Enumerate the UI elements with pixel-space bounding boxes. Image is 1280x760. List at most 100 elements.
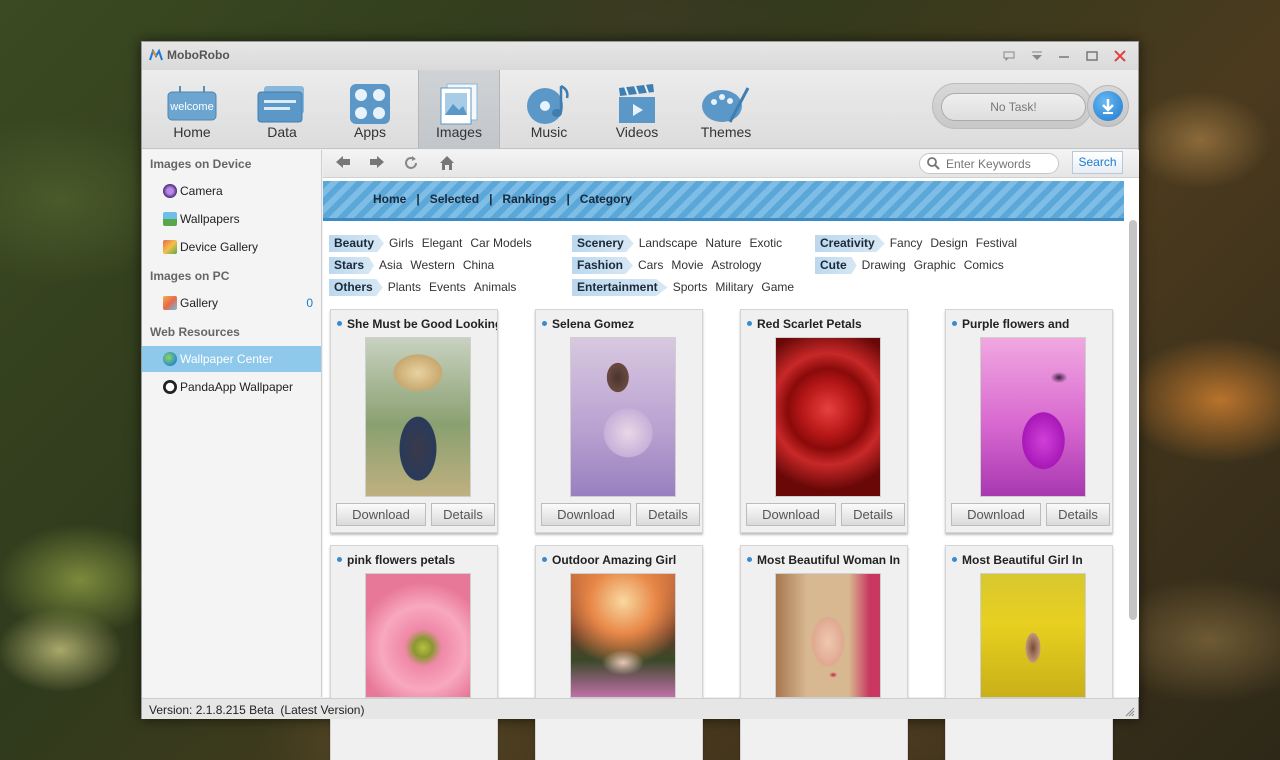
category-tag[interactable]: Creativity	[815, 235, 885, 252]
download-button[interactable]: Download	[336, 503, 426, 526]
category-link[interactable]: Movie	[671, 258, 703, 272]
themes-icon	[702, 87, 750, 123]
category-link[interactable]: Girls	[389, 236, 414, 250]
wallpaper-card[interactable]: Red Scarlet Petals Download Details	[740, 309, 908, 533]
category-link[interactable]: Asia	[379, 258, 402, 272]
download-button[interactable]: Download	[951, 503, 1041, 526]
sidebar-item-device-gallery[interactable]: Device Gallery	[142, 234, 321, 260]
nav-themes[interactable]: Themes	[685, 70, 767, 149]
category-group-beauty: Beauty Girls Elegant Car Models	[329, 235, 540, 253]
close-icon[interactable]	[1111, 47, 1129, 65]
banner-link-home[interactable]: Home	[373, 192, 406, 206]
wallpaper-card[interactable]: Most Beautiful Woman In	[740, 545, 908, 760]
sidebar-item-label: Device Gallery	[180, 240, 259, 254]
category-link[interactable]: Game	[761, 280, 794, 294]
sidebar-item-gallery[interactable]: Gallery 0	[142, 290, 321, 316]
back-arrow-icon[interactable]	[333, 155, 353, 173]
category-link[interactable]: Design	[930, 236, 967, 250]
details-button[interactable]: Details	[1046, 503, 1110, 526]
videos-icon	[619, 84, 655, 123]
category-link[interactable]: Comics	[964, 258, 1004, 272]
category-link[interactable]: China	[463, 258, 494, 272]
sidebar-item-pandaapp-wallpaper[interactable]: PandaApp Wallpaper	[142, 374, 321, 400]
category-link[interactable]: Fancy	[890, 236, 923, 250]
title-bar[interactable]: MoboRobo	[142, 42, 1138, 70]
category-link[interactable]: Nature	[705, 236, 741, 250]
sidebar-item-camera[interactable]: Camera	[142, 178, 321, 204]
sidebar-item-wallpapers[interactable]: Wallpapers	[142, 206, 321, 232]
banner-link-category[interactable]: Category	[580, 192, 632, 206]
category-link[interactable]: Animals	[474, 280, 517, 294]
wallpaper-card[interactable]: Purple flowers and Download Details	[945, 309, 1113, 533]
category-tag[interactable]: Scenery	[572, 235, 634, 252]
search-field[interactable]	[919, 153, 1059, 174]
feedback-icon[interactable]	[1000, 47, 1018, 65]
wallpaper-card[interactable]: pink flowers petals	[330, 545, 498, 760]
wallpaper-card[interactable]: Selena Gomez Download Details	[535, 309, 703, 533]
menu-dropdown-icon[interactable]	[1028, 47, 1046, 65]
task-status-text[interactable]: No Task!	[941, 93, 1086, 121]
nav-videos[interactable]: Videos	[596, 70, 678, 149]
apps-icon	[350, 84, 390, 124]
category-link[interactable]: Car Models	[470, 236, 531, 250]
girl-yellow-field-image	[980, 573, 1086, 698]
nav-apps[interactable]: Apps	[329, 70, 411, 149]
minimize-icon[interactable]	[1055, 47, 1073, 65]
nav-home[interactable]: welcome Home	[151, 70, 233, 149]
category-link[interactable]: Plants	[388, 280, 421, 294]
category-tag[interactable]: Entertainment	[572, 279, 668, 296]
category-link[interactable]: Events	[429, 280, 466, 294]
category-tag[interactable]: Others	[329, 279, 383, 296]
details-button[interactable]: Details	[636, 503, 700, 526]
wallpaper-card[interactable]: She Must be Good Looking Download Detail…	[330, 309, 498, 533]
category-link[interactable]: Astrology	[711, 258, 761, 272]
home-icon[interactable]	[437, 155, 457, 173]
sidebar-item-label: Wallpaper Center	[180, 352, 273, 366]
category-link[interactable]: Western	[410, 258, 454, 272]
forward-arrow-icon[interactable]	[367, 155, 387, 173]
download-button[interactable]: Download	[541, 503, 631, 526]
pink-flower-image	[365, 573, 471, 698]
nav-data[interactable]: Data	[241, 70, 323, 149]
details-button[interactable]: Details	[841, 503, 905, 526]
refresh-icon[interactable]	[401, 155, 421, 173]
category-banner: Home | Selected | Rankings | Category	[323, 181, 1124, 221]
category-link[interactable]: Graphic	[914, 258, 956, 272]
device-gallery-icon	[163, 240, 177, 254]
category-link[interactable]: Military	[715, 280, 753, 294]
category-link[interactable]: Exotic	[749, 236, 782, 250]
nav-music[interactable]: Music	[508, 70, 590, 149]
category-tag[interactable]: Beauty	[329, 235, 385, 252]
download-button[interactable]: Download	[746, 503, 836, 526]
category-group-others: Others Plants Events Animals	[329, 279, 524, 297]
nav-images[interactable]: Images	[418, 70, 500, 149]
search-input[interactable]	[946, 156, 1054, 172]
category-link[interactable]: Sports	[673, 280, 708, 294]
category-link[interactable]: Festival	[976, 236, 1017, 250]
category-tag[interactable]: Cute	[815, 257, 857, 274]
category-link[interactable]: Cars	[638, 258, 663, 272]
maximize-icon[interactable]	[1083, 47, 1101, 65]
content-scrollbar[interactable]	[1129, 220, 1137, 620]
banner-link-rankings[interactable]: Rankings	[502, 192, 556, 206]
music-icon	[527, 84, 569, 124]
category-tag[interactable]: Fashion	[572, 257, 634, 274]
red-rose-image	[775, 337, 881, 497]
banner-links: Home | Selected | Rankings | Category	[373, 192, 632, 206]
banner-link-selected[interactable]: Selected	[430, 192, 479, 206]
version-text: Version: 2.1.8.215 Beta (Latest Version)	[149, 703, 365, 717]
card-title: Purple flowers and	[962, 317, 1070, 331]
sidebar-item-wallpaper-center[interactable]: Wallpaper Center	[142, 346, 321, 372]
resize-grip-icon[interactable]	[1125, 707, 1135, 717]
category-link[interactable]: Landscape	[639, 236, 698, 250]
search-button[interactable]: Search	[1072, 151, 1123, 174]
category-tag[interactable]: Stars	[329, 257, 375, 274]
details-button[interactable]: Details	[431, 503, 495, 526]
sidebar-section-web-resources: Web Resources	[150, 325, 240, 339]
category-link[interactable]: Drawing	[862, 258, 906, 272]
category-link[interactable]: Elegant	[422, 236, 463, 250]
wallpaper-card[interactable]: Outdoor Amazing Girl	[535, 545, 703, 760]
task-status-pill[interactable]: No Task!	[932, 83, 1092, 129]
download-manager-button[interactable]	[1087, 85, 1129, 127]
wallpaper-card[interactable]: Most Beautiful Girl In	[945, 545, 1113, 760]
